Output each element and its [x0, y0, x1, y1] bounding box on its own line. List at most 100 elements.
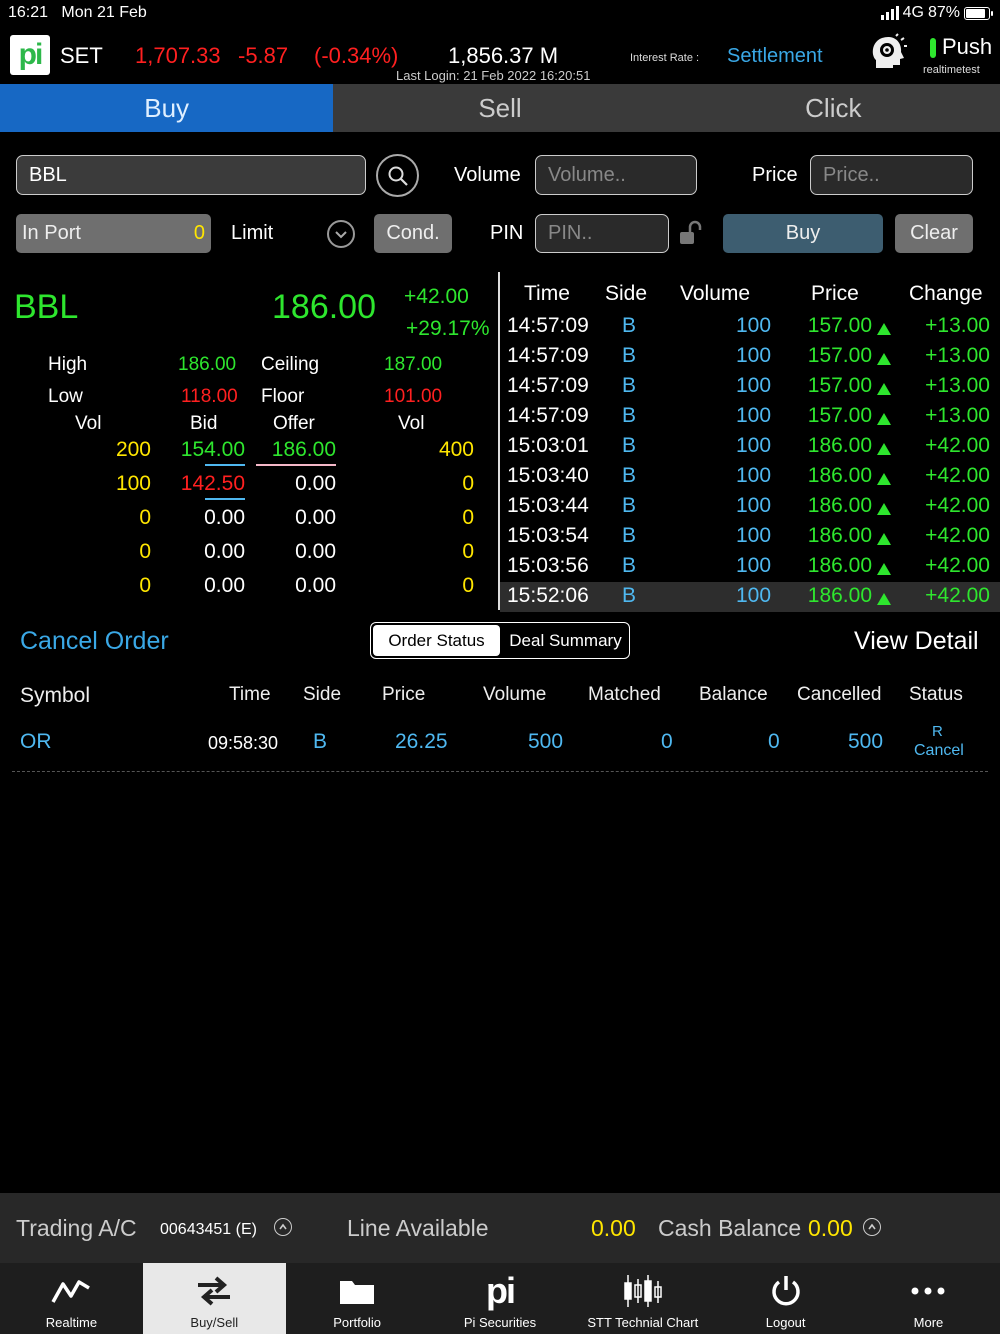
ticker-row[interactable]: 15:03:40 B 100 186.00 +42.00: [500, 462, 1000, 492]
depth-offer-price[interactable]: 0.00: [250, 506, 336, 530]
symbol-input[interactable]: BBL: [16, 155, 366, 195]
ticker-change: +42.00: [925, 524, 990, 547]
buy-button[interactable]: Buy: [723, 214, 883, 253]
search-icon: [388, 166, 408, 186]
clear-button[interactable]: Clear: [895, 214, 973, 253]
ticker-row[interactable]: 15:03:56 B 100 186.00 +42.00: [500, 552, 1000, 582]
tab-click[interactable]: Click: [667, 84, 1000, 132]
pi-logo[interactable]: pi: [10, 35, 50, 75]
ceiling-value: 187.00: [384, 354, 443, 375]
ticker-volume: 100: [736, 494, 772, 517]
ticker-side: B: [622, 434, 637, 457]
high-label: High: [48, 354, 88, 375]
ticker-volume: 100: [736, 524, 772, 547]
order-segment-control: Order Status Deal Summary: [370, 622, 630, 659]
cancel-order-link[interactable]: Cancel Order: [20, 627, 169, 656]
limit-dropdown[interactable]: [327, 220, 355, 248]
segment-order-status[interactable]: Order Status: [373, 625, 500, 656]
order-header-symbol: Symbol: [20, 684, 91, 707]
depth-offer-price[interactable]: 186.00: [250, 438, 336, 462]
nav-logout[interactable]: Logout: [714, 1263, 857, 1334]
depth-bid-volume: 100: [115, 472, 151, 495]
ticker-change: +13.00: [925, 374, 990, 397]
last-login: Last Login: 21 Feb 2022 16:20:51: [396, 68, 591, 83]
cash-toggle-icon[interactable]: [863, 1218, 881, 1236]
nav-pi-securities[interactable]: pi Pi Securities: [429, 1263, 572, 1334]
line-available-value: 0.00: [591, 1215, 636, 1241]
depth-bid-volume: 0: [139, 574, 151, 597]
ticker-row[interactable]: 14:57:09 B 100 157.00 +13.00: [500, 402, 1000, 432]
tab-sell[interactable]: Sell: [333, 84, 666, 132]
price-input[interactable]: Price..: [810, 155, 973, 195]
ticker-time: 14:57:09: [507, 314, 589, 337]
nav-realtime[interactable]: Realtime: [0, 1263, 143, 1334]
ticker-change: +13.00: [925, 344, 990, 367]
depth-bid-price[interactable]: 142.50: [160, 472, 245, 496]
cash-balance-label: Cash Balance: [658, 1215, 802, 1241]
trading-account-number[interactable]: 00643451 (E): [160, 1221, 257, 1239]
ai-head-icon[interactable]: [868, 32, 908, 72]
order-header-time: Time: [229, 684, 271, 705]
inport-button[interactable]: In Port 0: [16, 214, 211, 253]
ticker-volume: 100: [736, 584, 772, 607]
view-detail-link[interactable]: View Detail: [854, 627, 979, 656]
nav-buy-sell[interactable]: Buy/Sell: [142, 1263, 286, 1334]
settlement-link[interactable]: Settlement: [727, 45, 823, 68]
ticker-time: 15:52:06: [507, 584, 589, 607]
battery-icon: [964, 6, 993, 20]
ticker-price: 186.00: [807, 464, 872, 487]
pin-input[interactable]: PIN..: [535, 214, 669, 253]
ticker-side: B: [622, 464, 637, 487]
depth-offer-price[interactable]: 0.00: [250, 472, 336, 496]
ticker-header-price: Price: [811, 282, 859, 305]
cond-button[interactable]: Cond.: [374, 214, 452, 253]
ticker-row[interactable]: 15:52:06 B 100 186.00 +42.00: [500, 582, 1000, 612]
ticker-row[interactable]: 14:57:09 B 100 157.00 +13.00: [500, 342, 1000, 372]
ticker-row[interactable]: 14:57:09 B 100 157.00 +13.00: [500, 372, 1000, 402]
depth-bid-volume: 0: [139, 506, 151, 529]
ticker-row[interactable]: 15:03:54 B 100 186.00 +42.00: [500, 522, 1000, 552]
pin-label: PIN: [490, 222, 524, 244]
order-symbol[interactable]: OR: [20, 730, 52, 754]
user-name: realtimetest: [923, 64, 980, 76]
account-toggle-icon[interactable]: [274, 1218, 292, 1236]
depth-offer-price[interactable]: 0.00: [250, 540, 336, 564]
nav-technical-chart[interactable]: STT Technial Chart: [571, 1263, 714, 1334]
order-status-code: R: [932, 723, 943, 740]
ticker-change: +42.00: [925, 464, 990, 487]
ticker-time: 14:57:09: [507, 374, 589, 397]
market-change: -5.87: [238, 43, 289, 68]
depth-bid-price[interactable]: 0.00: [160, 540, 245, 564]
ticker-row[interactable]: 15:03:44 B 100 186.00 +42.00: [500, 492, 1000, 522]
ticker-price: 157.00: [807, 404, 872, 427]
depth-bid-price[interactable]: 0.00: [160, 574, 245, 598]
depth-header-vol2: Vol: [398, 413, 425, 434]
nav-portfolio[interactable]: Portfolio: [286, 1263, 429, 1334]
ticker-header-change: Change: [909, 282, 983, 305]
unlock-icon[interactable]: [677, 219, 703, 247]
depth-header-bid: Bid: [190, 413, 218, 434]
interest-rate-label: Interest Rate :: [630, 52, 700, 64]
chevron-down-icon: [335, 231, 347, 239]
push-label[interactable]: Push: [942, 34, 992, 60]
depth-offer-volume: 400: [438, 438, 474, 461]
depth-bid-price[interactable]: 0.00: [160, 506, 245, 530]
limit-label[interactable]: Limit: [231, 222, 273, 245]
search-button[interactable]: [376, 154, 419, 197]
segment-deal-summary[interactable]: Deal Summary: [502, 623, 629, 658]
push-indicator: [930, 38, 936, 58]
depth-bid-price[interactable]: 154.00: [160, 438, 245, 462]
quote-last-price: 186.00: [272, 288, 376, 326]
ticker-row[interactable]: 15:03:01 B 100 186.00 +42.00: [500, 432, 1000, 462]
nav-more[interactable]: More: [857, 1263, 1000, 1334]
order-header-status: Status: [909, 684, 963, 705]
nav-buy-sell-label: Buy/Sell: [190, 1315, 239, 1330]
bid-underline: [205, 498, 245, 500]
depth-bid-volume: 0: [139, 540, 151, 563]
tab-buy[interactable]: Buy: [0, 84, 334, 132]
order-side: B: [313, 730, 328, 753]
volume-input[interactable]: Volume..: [535, 155, 697, 195]
battery-percent: 87%: [927, 4, 960, 21]
depth-offer-price[interactable]: 0.00: [250, 574, 336, 598]
ticker-row[interactable]: 14:57:09 B 100 157.00 +13.00: [500, 312, 1000, 342]
